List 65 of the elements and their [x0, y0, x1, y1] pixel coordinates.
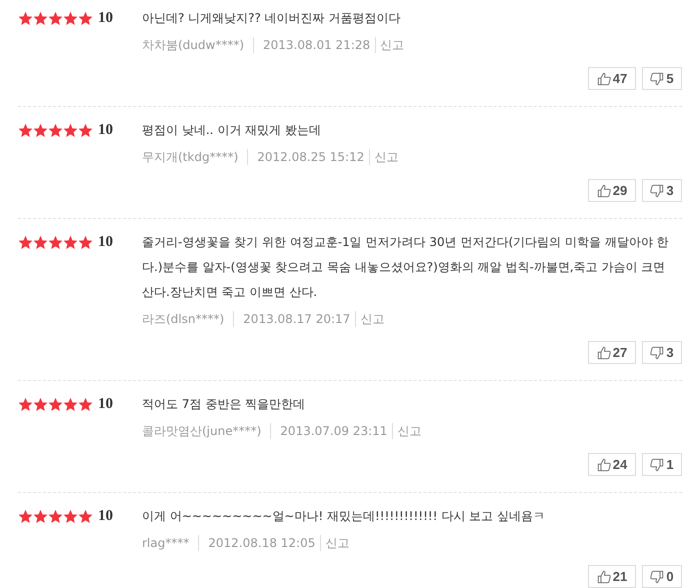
star-icon [18, 509, 33, 524]
star-icon [33, 11, 48, 26]
star-icon [18, 235, 33, 250]
star-icon [48, 397, 63, 412]
dislike-button[interactable]: 5 [642, 67, 682, 90]
like-button[interactable]: 29 [588, 179, 636, 202]
star-icon [18, 397, 33, 412]
dislike-button[interactable]: 3 [642, 179, 682, 202]
star-icon [78, 509, 93, 524]
star-icon [78, 235, 93, 250]
review-date: 2013.07.09 23:11 [270, 423, 392, 439]
review-date: 2012.08.18 12:05 [198, 535, 320, 551]
star-icon [48, 235, 63, 250]
like-button[interactable]: 47 [588, 67, 636, 90]
review-text: 평점이 낮네.. 이거 재밌게 봤는데 [142, 122, 322, 139]
thumbs-down-icon [650, 72, 664, 86]
star-icon [63, 11, 78, 26]
star-icon [18, 11, 33, 26]
score: 10 [98, 121, 114, 140]
star-icon [48, 123, 63, 138]
score: 10 [98, 9, 114, 28]
star-icon [18, 123, 33, 138]
score: 10 [98, 233, 114, 252]
review-date: 2013.08.01 21:28 [253, 37, 376, 53]
star-icon [63, 235, 78, 250]
star-icon [33, 235, 48, 250]
star-icon [63, 123, 78, 138]
author-name: 무지개(tkdg****) [142, 149, 240, 165]
dislike-button[interactable]: 1 [642, 453, 682, 476]
thumbs-down-icon [650, 570, 664, 584]
thumbs-up-icon [596, 184, 611, 198]
star-icon [33, 397, 48, 412]
star-icon [78, 397, 93, 412]
author-name: 차차붐(dudw****) [142, 37, 246, 53]
star-icon [63, 397, 78, 412]
author-name: rlag**** [142, 535, 190, 551]
thumbs-up-icon [596, 458, 611, 472]
review-date: 2013.08.17 20:17 [233, 311, 356, 327]
like-button[interactable]: 21 [588, 565, 636, 588]
dislike-button[interactable]: 0 [642, 565, 682, 588]
thumbs-up-icon [596, 346, 611, 360]
dislike-button[interactable]: 3 [642, 341, 682, 364]
review-text: 이게 어~~~~~~~~~얼~마나! 재밌는데!!!!!!!!!!!!! 다시 보고 싶네욤ㅋ [142, 508, 546, 525]
thumbs-down-icon [650, 184, 664, 198]
thumbs-up-icon [596, 570, 611, 584]
star-icon [78, 123, 93, 138]
author-name: 라즈(dlsn****) [142, 311, 226, 327]
like-button[interactable]: 24 [588, 453, 636, 476]
score: 10 [98, 507, 114, 526]
like-button[interactable]: 27 [588, 341, 636, 364]
star-icon [48, 11, 63, 26]
star-icon [33, 123, 48, 138]
review-text: 적어도 7점 중반은 찍을만한데 [142, 396, 306, 413]
star-icon [63, 509, 78, 524]
star-icon [33, 509, 48, 524]
score: 10 [98, 395, 114, 414]
star-icon [78, 11, 93, 26]
review-text: 아닌데? 니게왜낮지?? 네이버진짜 거품평점이다 [142, 10, 402, 27]
thumbs-up-icon [596, 72, 611, 86]
thumbs-down-icon [650, 346, 664, 360]
star-icon [48, 509, 63, 524]
review-date: 2012.08.25 15:12 [247, 149, 370, 165]
review-text: 줄거리-영생꽃을 찾기 위한 여정교훈-1일 먼저가려다 30년 먼저간다(기다림의 미학을 깨달아야 한다.)분수를 알자-(영생꽃 찾으려고 목숨 내놓으셨어요?)영화의 깨알 법칙-까불면,죽고 가슴이 크면 산다.장난치면 죽고 이쁘면 산다. [142, 234, 670, 301]
thumbs-down-icon [650, 458, 664, 472]
author-name: 콜라맛염산(june****) [142, 423, 262, 439]
